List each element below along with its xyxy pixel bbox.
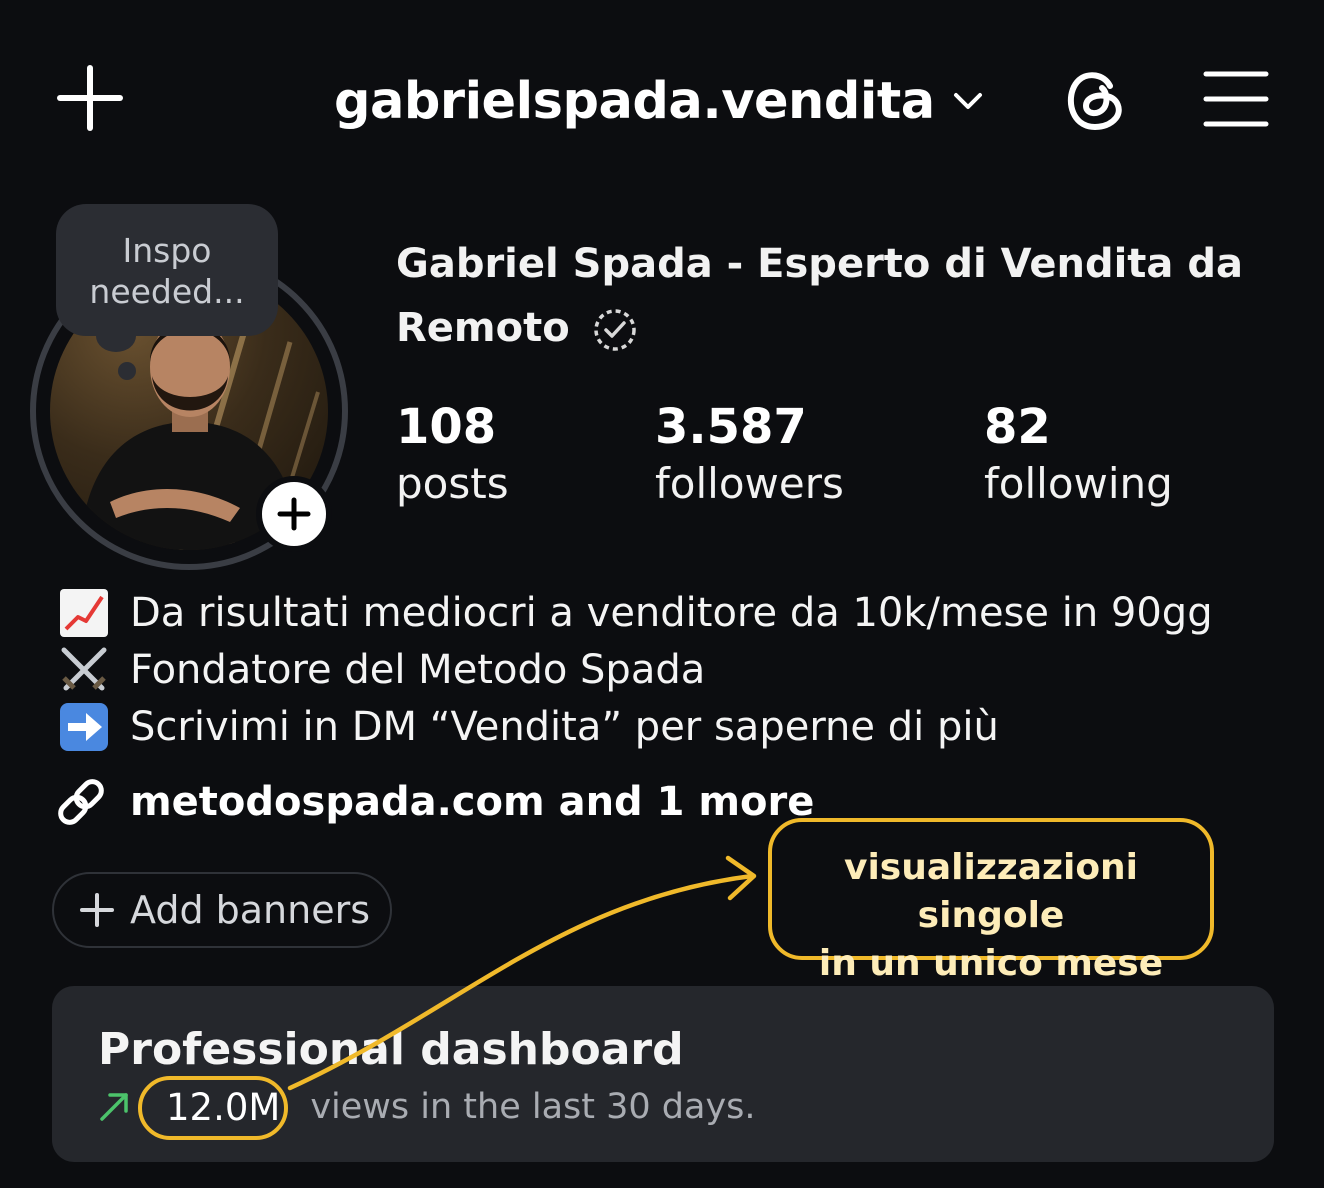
threads-icon (1067, 72, 1122, 130)
menu-button[interactable] (1202, 68, 1270, 130)
plus-icon (57, 65, 123, 131)
chart-increasing-icon (56, 587, 112, 639)
right-arrow-icon (56, 701, 112, 753)
stat-followers[interactable]: 3.587 followers (655, 398, 844, 512)
bio-line: Scrivimi in DM “Vendita” per saperne di … (56, 698, 1286, 755)
trend-up-arrow-icon (100, 1093, 128, 1121)
stat-value: 82 (984, 399, 1051, 455)
stat-label: followers (655, 459, 844, 508)
menu-icon (1203, 71, 1269, 127)
bio: Da risultati mediocri a venditore da 10k… (56, 584, 1286, 755)
annotation-line1: visualizzazioni singole (843, 847, 1139, 936)
add-banners-label: Add banners (130, 888, 371, 932)
stat-value: 108 (396, 399, 497, 455)
annotation-callout: visualizzazioni singole in un unico mese (768, 818, 1214, 984)
add-story-button[interactable] (256, 476, 332, 552)
account-switcher[interactable]: gabrielspada.vendita (334, 66, 985, 136)
bio-text: Scrivimi in DM “Vendita” per saperne di … (130, 703, 999, 750)
stat-following[interactable]: 82 following (984, 398, 1173, 512)
threads-button[interactable] (1058, 64, 1130, 136)
note-text-line1: Inspo (122, 231, 212, 270)
note-bubble-tail-dot (118, 362, 136, 380)
link-text: metodospada.com and 1 more (130, 779, 815, 825)
username: gabrielspada.vendita (334, 71, 935, 131)
add-banners-button[interactable]: Add banners (52, 872, 392, 948)
bio-link[interactable]: metodospada.com and 1 more (52, 772, 814, 832)
verified-badge-icon (593, 309, 636, 351)
display-name-block: Gabriel Spada - Esperto di Vendita da Re… (396, 232, 1256, 360)
plus-icon (80, 893, 114, 927)
stat-value: 3.587 (655, 399, 807, 455)
annotation-line2: in un unico mese (818, 943, 1164, 984)
crossed-swords-icon (56, 644, 112, 696)
create-button[interactable] (56, 64, 124, 132)
bio-line: Fondatore del Metodo Spada (56, 641, 1286, 698)
stat-posts[interactable]: 108 posts (396, 398, 509, 512)
bio-line: Da risultati mediocri a venditore da 10k… (56, 584, 1286, 641)
dashboard-title: Professional dashboard (98, 1024, 684, 1075)
note-text-line2: needed... (89, 272, 245, 311)
bio-text: Fondatore del Metodo Spada (130, 646, 706, 693)
display-name: Gabriel Spada - Esperto di Vendita da Re… (396, 241, 1243, 351)
chevron-down-icon (953, 93, 982, 109)
views-caption: views in the last 30 days. (310, 1087, 756, 1127)
link-icon (58, 779, 104, 825)
stat-label: posts (396, 459, 509, 508)
bio-text: Da risultati mediocri a venditore da 10k… (130, 589, 1213, 636)
plus-icon (277, 497, 311, 531)
note-bubble[interactable]: Inspo needed... (56, 204, 278, 336)
stat-label: following (984, 459, 1173, 508)
views-highlight-circle (138, 1076, 288, 1140)
